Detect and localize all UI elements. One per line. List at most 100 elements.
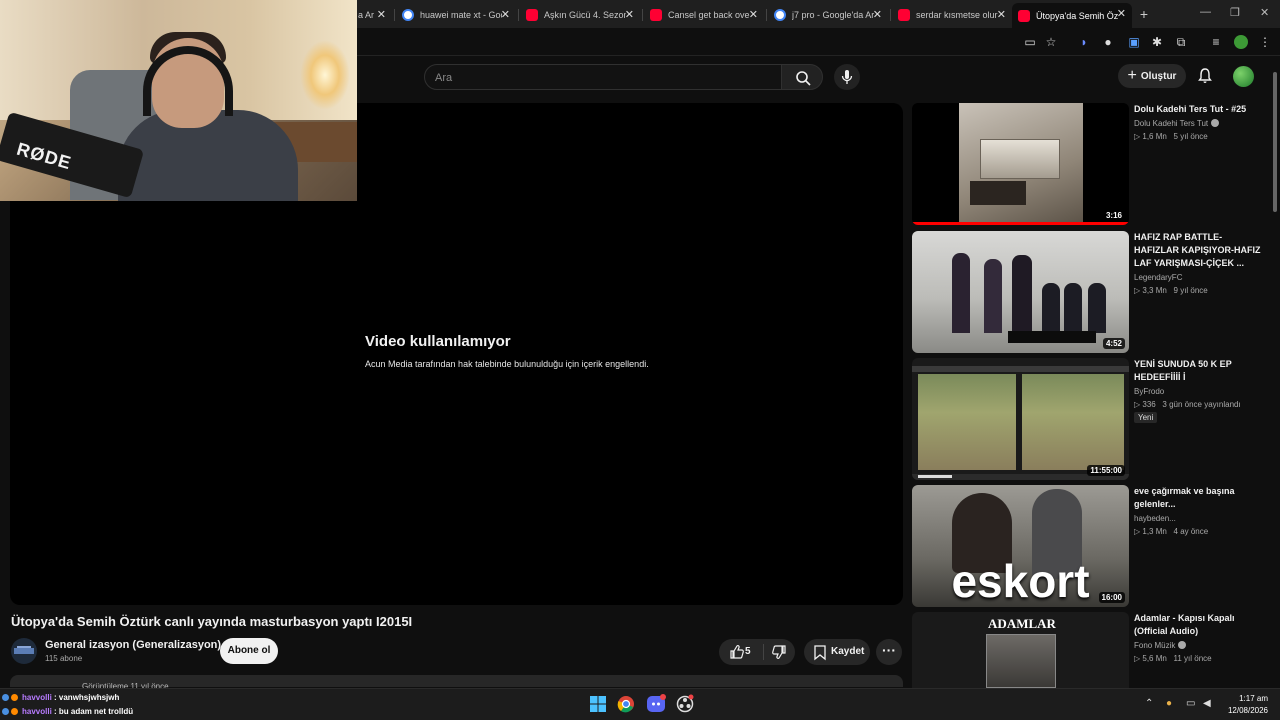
video-thumbnail[interactable]: 11:55:00 (912, 358, 1129, 480)
more-actions-icon[interactable]: ··· (876, 639, 902, 665)
plus-icon: + (1127, 67, 1137, 84)
chat-badge-icon (11, 694, 18, 701)
youtube-icon (898, 9, 910, 21)
subscribe-button[interactable]: Abone ol (220, 638, 278, 664)
stream-chat-overlay: havvolli : vanwhsjwhsjwh havvolli : bu a… (0, 680, 200, 720)
windows-start-icon[interactable] (588, 694, 608, 714)
chat-message: havvolli : vanwhsjwhsjwh (2, 693, 119, 702)
recommendation-item[interactable]: ADAMLAR Adamlar - Kapısı Kapalı (Officia… (912, 612, 1262, 688)
chat-badge-icon (11, 708, 18, 715)
profile-icon[interactable] (1234, 35, 1248, 49)
recommendation-channel[interactable]: Dolu Kadehi Ters Tut (1134, 119, 1220, 128)
verified-icon (1211, 119, 1220, 127)
recommendation-title[interactable]: Dolu Kadehi Ters Tut - #25 (1134, 103, 1262, 116)
new-tab-icon[interactable]: + (1136, 6, 1152, 22)
restore-icon[interactable]: ❐ (1230, 6, 1240, 19)
video-title: Ütopya'da Semih Öztürk canlı yayında mas… (11, 614, 413, 629)
recommendation-title[interactable]: YENİ SUNUDA 50 K EP HEDEEFİİİİ İ (1134, 358, 1262, 384)
search-input[interactable] (435, 70, 765, 86)
discord-icon[interactable] (646, 694, 666, 714)
recommendation-item[interactable]: eskort 16:00 eve çağırmak ve başına gele… (912, 485, 1262, 607)
browser-tab-active[interactable]: Ütopya'da Semih Özt ✕ (1012, 3, 1132, 28)
channel-avatar[interactable] (11, 638, 37, 664)
video-duration: 4:52 (1102, 338, 1125, 349)
recommendation-item[interactable]: 3:16 Dolu Kadehi Ters Tut - #25 Dolu Kad… (912, 103, 1262, 225)
search-icon (796, 71, 811, 86)
search-box (424, 64, 782, 90)
webcam-overlay: RØDE (0, 0, 357, 201)
scrollbar-thumb[interactable] (1273, 72, 1277, 212)
close-tab-icon[interactable]: ✕ (997, 8, 1006, 21)
close-tab-icon[interactable]: ✕ (1117, 7, 1126, 20)
browser-tab[interactable]: serdar kısmetse olur ✕ (892, 4, 1012, 26)
close-tab-icon[interactable]: ✕ (377, 8, 386, 21)
thumbs-down-icon (772, 645, 786, 659)
extension-icon[interactable]: ● (1101, 35, 1115, 49)
clock-date[interactable]: 12/08/2026 (1222, 706, 1268, 715)
like-count: 5 (745, 646, 751, 657)
create-button[interactable]: + Oluştur (1118, 64, 1186, 88)
google-icon (402, 9, 414, 21)
close-tab-icon[interactable]: ✕ (873, 8, 882, 21)
recommendation-meta: ▷ 3,3 Mn 9 yıl önce (1134, 286, 1208, 295)
obs-icon[interactable] (675, 694, 695, 714)
clock-time[interactable]: 1:17 am (1238, 694, 1268, 703)
network-icon[interactable]: ▭ (1186, 698, 1195, 709)
dislike-button[interactable] (764, 639, 795, 665)
video-thumbnail[interactable]: eskort 16:00 (912, 485, 1129, 607)
thumbnail-overlay-text: ADAMLAR (988, 616, 1056, 631)
video-unavailable-title: Video kullanılamıyor (365, 333, 511, 350)
browser-tab[interactable]: j7 pro - Google'da Ar ✕ (768, 4, 888, 26)
chat-badge-icon (2, 694, 9, 701)
search-button[interactable] (781, 64, 823, 90)
browser-tab[interactable]: Aşkın Gücü 4. Sezon ✕ (520, 4, 640, 26)
account-avatar[interactable] (1233, 66, 1254, 87)
recommendation-title[interactable]: eve çağırmak ve başına gelenler... (1134, 485, 1262, 511)
menu-kebab-icon[interactable]: ⋮ (1258, 35, 1272, 49)
close-tab-icon[interactable]: ✕ (749, 8, 758, 21)
like-dislike-group: 5 (719, 639, 795, 665)
video-duration: 11:55:00 (1087, 465, 1125, 476)
youtube-icon (1018, 9, 1030, 22)
video-thumbnail[interactable]: 4:52 (912, 231, 1129, 353)
recommendation-title[interactable]: Adamlar - Kapısı Kapalı (Official Audio) (1134, 612, 1262, 638)
close-tab-icon[interactable]: ✕ (501, 8, 510, 21)
video-duration: 16:00 (1098, 592, 1125, 603)
browser-tab[interactable]: Cansel get back over ✕ (644, 4, 764, 26)
recommendation-channel[interactable]: haybeden... (1134, 514, 1176, 523)
recommendation-channel[interactable]: ByFrodo (1134, 387, 1164, 396)
chevron-up-icon[interactable]: ⌃ (1145, 698, 1153, 709)
browser-tab[interactable]: a Ar ✕ (352, 4, 392, 26)
save-button[interactable]: Kaydet (804, 639, 870, 665)
bookmark-star-icon[interactable]: ☆ (1044, 35, 1058, 49)
watch-progress-bar (912, 222, 1129, 225)
volume-icon[interactable]: ◀ (1203, 698, 1211, 709)
close-tab-icon[interactable]: ✕ (625, 8, 634, 21)
video-thumbnail[interactable]: 3:16 (912, 103, 1129, 225)
extension-icon[interactable]: ◗ (1077, 35, 1091, 49)
close-window-icon[interactable]: ✕ (1260, 6, 1269, 19)
voice-search-button[interactable] (834, 64, 860, 90)
page-scrollbar[interactable] (1270, 60, 1280, 688)
recommendation-channel[interactable]: LegendaryFC (1134, 273, 1182, 282)
browser-tab[interactable]: huawei mate xt - Goo ✕ (396, 4, 516, 26)
recommendation-item[interactable]: 11:55:00 YENİ SUNUDA 50 K EP HEDEEFİİİİ … (912, 358, 1262, 480)
video-unavailable-message: Acun Media tarafından hak talebinde bulu… (365, 359, 649, 369)
extension-icon[interactable]: ✱ (1150, 35, 1164, 49)
microphone-icon[interactable]: ● (1166, 698, 1172, 709)
media-control-icon[interactable]: ≡ (1209, 35, 1223, 49)
video-thumbnail[interactable]: ADAMLAR (912, 612, 1129, 688)
puzzle-icon[interactable]: ⧉ (1174, 35, 1188, 49)
cast-icon[interactable]: ▭ (1023, 35, 1037, 49)
minimize-icon[interactable]: — (1200, 6, 1211, 18)
bookmark-icon (814, 645, 826, 661)
recommendation-item[interactable]: 4:52 HAFIZ RAP BATTLE-HAFIZLAR KAPIŞIYOR… (912, 231, 1262, 353)
notifications-bell-icon[interactable] (1196, 67, 1214, 85)
recommendation-channel[interactable]: Fono Müzik (1134, 641, 1187, 650)
chrome-icon[interactable] (616, 694, 636, 714)
like-button[interactable]: 5 (719, 639, 763, 665)
channel-name[interactable]: General izasyon (Generalizasyon) (45, 639, 221, 651)
extension-icon[interactable]: ▣ (1127, 35, 1141, 49)
recommendation-meta: ▷ 5,6 Mn 11 yıl önce (1134, 654, 1212, 663)
recommendation-title[interactable]: HAFIZ RAP BATTLE-HAFIZLAR KAPIŞIYOR-HAFI… (1134, 231, 1262, 270)
